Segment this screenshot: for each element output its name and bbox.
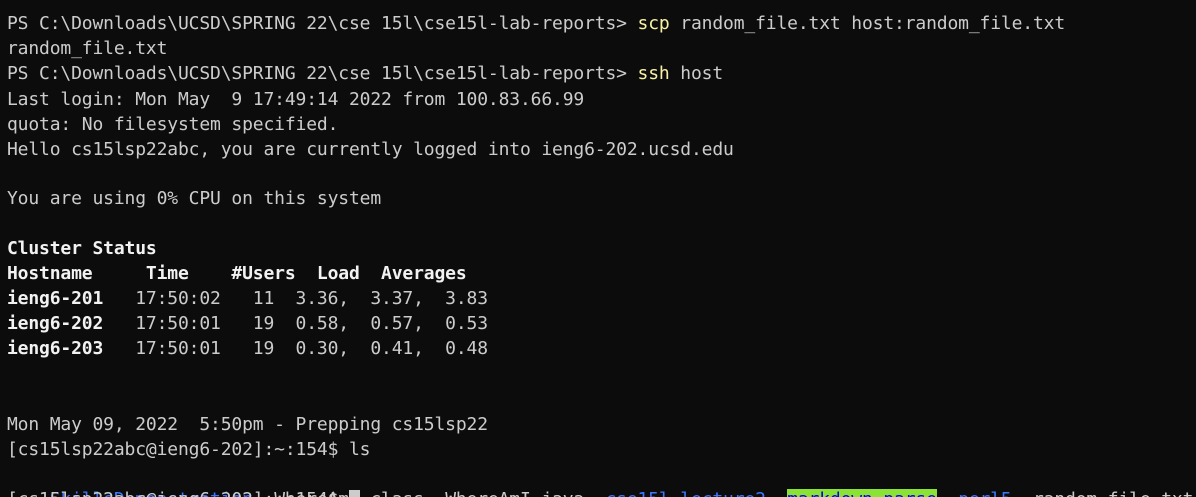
- cluster-header: Hostname Time #Users Load Averages: [7, 263, 467, 284]
- bash-line-ls: [cs15lsp22abc@ieng6-202]:~:154$ ls: [7, 437, 371, 462]
- bash-prompt: [cs15lsp22abc@ieng6-202]:~:154$: [7, 439, 349, 460]
- ls-item-random-file: random_file.txt: [1033, 489, 1193, 497]
- quota-line: quota: No filesystem specified.: [7, 114, 339, 135]
- ps-prompt: PS C:\Downloads\UCSD\SPRING 22\cse 15l\c…: [7, 63, 638, 84]
- status-message: Mon May 09, 2022 5:50pm - Prepping cs15l…: [7, 414, 488, 435]
- command-scp: scp: [637, 13, 670, 34]
- cluster-stats: 17:50:01 19 0.58, 0.57, 0.53: [103, 313, 488, 334]
- ls-item-markdown-parse: markdown-parse: [787, 489, 937, 497]
- cluster-host: ieng6-203: [7, 338, 104, 359]
- ls-output: SkillsDemonstration WhereAmI.class Where…: [7, 462, 1193, 497]
- cluster-host: ieng6-202: [7, 313, 104, 334]
- bash-line-current[interactable]: [cs15lsp22abc@ieng6-202]:~:154$: [7, 487, 360, 497]
- scp-output: random_file.txt: [7, 38, 168, 59]
- terminal-window[interactable]: PS C:\Downloads\UCSD\SPRING 22\cse 15l\c…: [0, 0, 1196, 497]
- command-args: random_file.txt host:random_file.txt: [669, 13, 1066, 34]
- ps-line-scp: PS C:\Downloads\UCSD\SPRING 22\cse 15l\c…: [7, 11, 1065, 36]
- cluster-stats: 17:50:02 11 3.36, 3.37, 3.83: [103, 288, 488, 309]
- bash-prompt: [cs15lsp22abc@ieng6-202]:~:154$: [7, 489, 349, 497]
- cluster-row: ieng6-201 17:50:02 11 3.36, 3.37, 3.83: [7, 286, 488, 311]
- hello-line: Hello cs15lsp22abc, you are currently lo…: [7, 139, 734, 160]
- ls-item-perl5: perl5: [958, 489, 1012, 497]
- last-login-line: Last login: Mon May 9 17:49:14 2022 from…: [7, 89, 585, 110]
- command-args: host: [669, 63, 724, 84]
- cluster-stats: 17:50:01 19 0.30, 0.41, 0.48: [103, 338, 488, 359]
- ls-item-whereami-java: WhereAmI.java: [445, 489, 584, 497]
- cluster-title: Cluster Status: [7, 238, 157, 259]
- cpu-line: You are using 0% CPU on this system: [7, 188, 382, 209]
- command-ls: ls: [348, 439, 371, 460]
- cluster-host: ieng6-201: [7, 288, 104, 309]
- ps-line-ssh: PS C:\Downloads\UCSD\SPRING 22\cse 15l\c…: [7, 61, 723, 86]
- ls-item-cse15l-lecture2: cse15l-lecture2: [606, 489, 766, 497]
- cluster-row: ieng6-202 17:50:01 19 0.58, 0.57, 0.53: [7, 311, 488, 336]
- ps-prompt: PS C:\Downloads\UCSD\SPRING 22\cse 15l\c…: [7, 13, 638, 34]
- command-ssh: ssh: [637, 63, 670, 84]
- cluster-row: ieng6-203 17:50:01 19 0.30, 0.41, 0.48: [7, 336, 488, 361]
- text-cursor: [348, 490, 360, 497]
